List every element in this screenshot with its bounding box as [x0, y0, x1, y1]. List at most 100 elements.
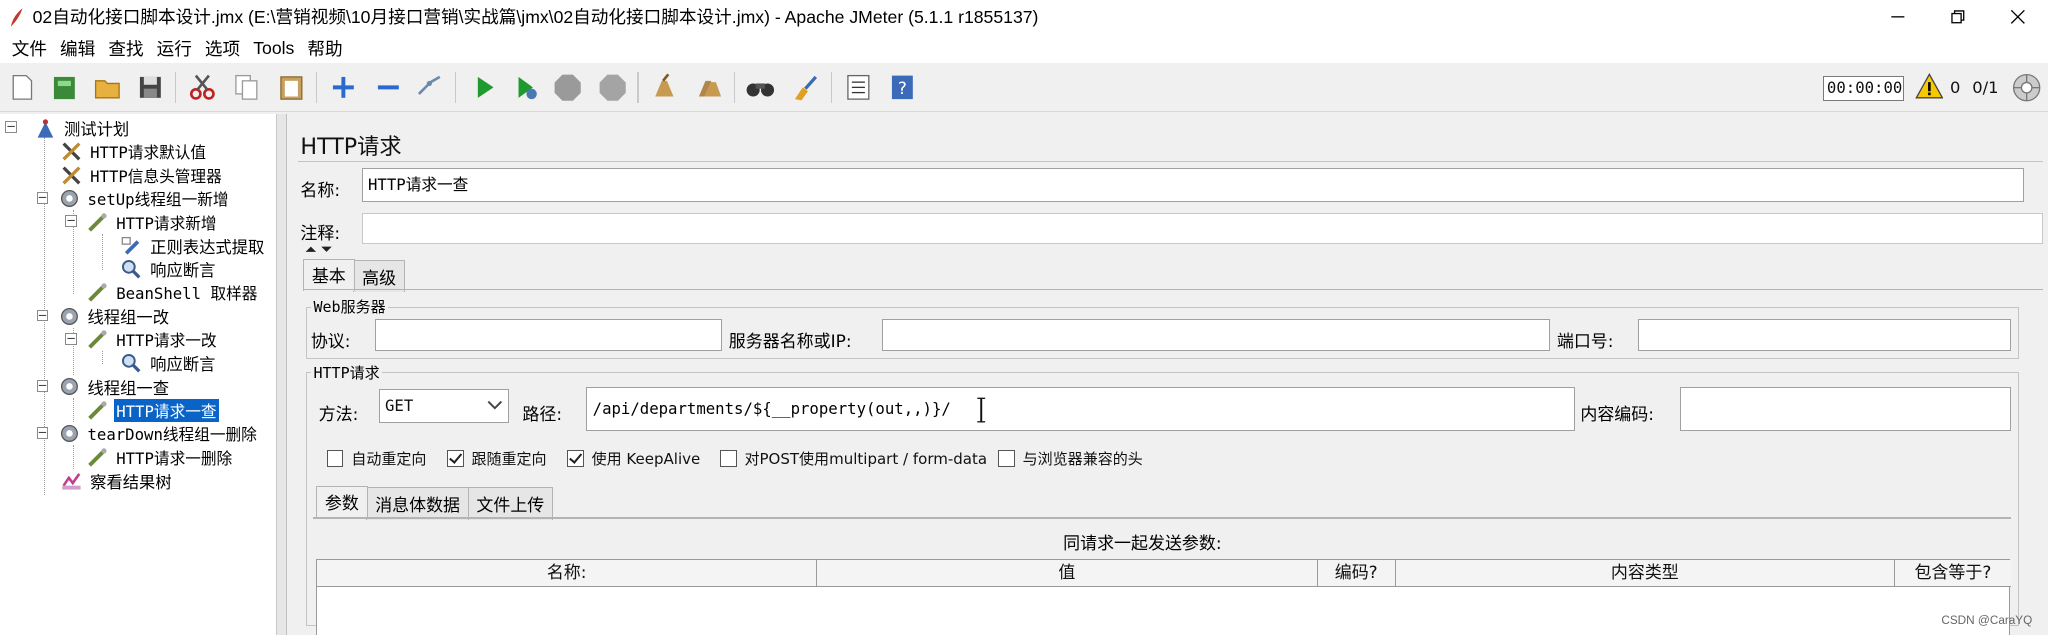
tree-node-setup-thread-group[interactable]: − setUp线程组一新增	[36, 187, 232, 211]
cut-icon	[190, 74, 215, 100]
start-button[interactable]	[468, 71, 502, 105]
tree-node-regex-extractor[interactable]: 正则表达式提取	[120, 234, 267, 258]
encoding-field[interactable]	[1679, 386, 2012, 431]
tree-node-thread-group-update[interactable]: − 线程组一改	[36, 304, 172, 328]
toolbar: ? 00:00:00 0 0/1	[0, 62, 2048, 113]
splitter-arrows-icon[interactable]	[303, 244, 334, 254]
server-label: 服务器名称或IP:	[728, 331, 852, 352]
path-field[interactable]: /api/departments/${__property(out,,)}/	[586, 386, 1576, 431]
tree-node-teardown-thread-group[interactable]: − tearDown线程组一删除	[36, 422, 260, 446]
watermark: CSDN @CaraYQ	[1941, 613, 2033, 627]
tree-node-beanshell-sampler[interactable]: BeanShell 取样器	[86, 281, 260, 305]
start-no-pauses-button[interactable]	[509, 71, 543, 105]
server-field[interactable]	[881, 318, 1551, 352]
sampler-icon	[86, 398, 110, 422]
tree-node-response-assertion[interactable]: 响应断言	[120, 257, 218, 281]
save-icon	[139, 77, 161, 98]
menu-help[interactable]: 帮助	[301, 36, 349, 61]
web-server-legend: Web服务器	[310, 296, 389, 318]
menu-options[interactable]: 选项	[198, 36, 246, 61]
menu-edit[interactable]: 编辑	[54, 36, 102, 61]
column-name[interactable]: 名称:	[317, 560, 818, 588]
assertion-icon	[120, 257, 144, 281]
templates-button[interactable]	[47, 71, 81, 105]
tree-node-http-delete[interactable]: HTTP请求一删除	[86, 445, 235, 469]
window-title: 02自动化接口脚本设计.jmx (E:\营销视频\10月接口营销\实战篇\jmx…	[32, 7, 1039, 28]
sampler-icon	[86, 328, 110, 352]
open-icon	[94, 80, 120, 99]
browser-headers-checkbox[interactable]: 与浏览器兼容的头	[997, 448, 1143, 469]
search-button[interactable]	[744, 71, 778, 105]
clear-button[interactable]	[648, 71, 682, 105]
stop-button[interactable]	[551, 71, 585, 105]
tree-node-http-update[interactable]: − HTTP请求一改	[65, 328, 219, 352]
listener-icon	[60, 469, 84, 493]
tab-advanced[interactable]: 高级	[353, 259, 405, 293]
http-request-legend: HTTP请求	[310, 361, 383, 383]
cut-button[interactable]	[185, 71, 219, 105]
tree-node-view-results-tree[interactable]: 察看结果树	[60, 469, 174, 493]
column-value[interactable]: 值	[817, 560, 1318, 588]
tab-file-upload[interactable]: 文件上传	[467, 487, 554, 520]
column-include-equals[interactable]: 包含等于?	[1894, 560, 2012, 588]
open-button[interactable]	[91, 71, 125, 105]
multipart-checkbox[interactable]: 对POST使用multipart / form-data	[719, 448, 987, 469]
active-threads: 0/1	[1972, 78, 1999, 98]
auto-redirect-checkbox[interactable]: 自动重定向	[326, 448, 426, 469]
reset-search-button[interactable]	[789, 71, 823, 105]
port-field[interactable]	[1637, 318, 2012, 352]
parameters-table[interactable]: 名称: 值 编码? 内容类型 包含等于?	[316, 559, 2012, 635]
menu-run[interactable]: 运行	[150, 36, 198, 61]
new-button[interactable]	[5, 71, 39, 105]
function-helper-button[interactable]	[841, 71, 875, 105]
shutdown-button[interactable]	[596, 71, 630, 105]
column-content-type[interactable]: 内容类型	[1395, 560, 1895, 588]
main-tabs: 基本 高级	[303, 258, 405, 293]
encoding-label: 内容编码:	[1580, 404, 1654, 425]
tree-node-http-query[interactable]: HTTP请求一查	[86, 397, 221, 423]
test-plan-tree[interactable]: − 测试计划 HTTP请求默认值 HTTP信息头管理器 − setUp线程组一新…	[0, 113, 277, 635]
paste-button[interactable]	[274, 71, 308, 105]
copy-button[interactable]	[230, 71, 264, 105]
tree-node-header-manager[interactable]: HTTP信息头管理器	[60, 163, 224, 187]
params-caption: 同请求一起发送参数:	[1063, 533, 1222, 554]
tree-node-thread-group-query[interactable]: − 线程组一查	[36, 375, 172, 399]
toggle-button[interactable]	[413, 71, 447, 105]
thread-group-icon	[57, 187, 81, 211]
save-button[interactable]	[133, 71, 167, 105]
method-select[interactable]: GET	[378, 389, 510, 424]
menu-file[interactable]: 文件	[5, 36, 53, 61]
tab-body-data[interactable]: 消息体数据	[366, 487, 469, 520]
close-button[interactable]	[1988, 0, 2048, 34]
help-button[interactable]: ?	[886, 71, 920, 105]
column-encode[interactable]: 编码?	[1317, 560, 1396, 588]
tree-node-test-plan[interactable]: − 测试计划	[5, 116, 132, 140]
follow-redirect-checkbox[interactable]: 跟随重定向	[446, 448, 547, 469]
thread-group-icon	[57, 375, 81, 399]
menu-tools[interactable]: Tools	[247, 38, 301, 59]
tree-node-response-assertion-2[interactable]: 响应断言	[120, 351, 218, 375]
tree-splitter[interactable]	[276, 113, 288, 635]
warning-icon[interactable]	[1914, 73, 1944, 99]
tab-parameters[interactable]: 参数	[316, 485, 368, 519]
clear-all-button[interactable]	[692, 71, 726, 105]
keepalive-checkbox[interactable]: 使用 KeepAlive	[566, 448, 700, 469]
tree-node-http-add[interactable]: − HTTP请求新增	[65, 210, 219, 234]
tab-basic[interactable]: 基本	[303, 258, 355, 292]
assertion-icon	[120, 351, 144, 375]
name-field[interactable]: HTTP请求一查	[361, 168, 2025, 203]
collapse-all-button[interactable]	[371, 71, 405, 105]
protocol-field[interactable]	[374, 318, 723, 352]
minimize-icon	[1891, 16, 1905, 18]
tree-node-http-defaults[interactable]: HTTP请求默认值	[60, 140, 209, 164]
checkbox-box	[446, 450, 464, 467]
comment-field[interactable]	[361, 212, 2043, 245]
elapsed-timer: 00:00:00	[1823, 75, 1905, 101]
text-cursor-icon	[976, 397, 985, 423]
expand-all-button[interactable]	[327, 71, 361, 105]
paste-icon	[280, 76, 303, 100]
minimize-button[interactable]	[1868, 0, 1928, 34]
restore-button[interactable]	[1928, 0, 1988, 34]
close-icon	[2010, 9, 2025, 24]
menu-search[interactable]: 查找	[102, 36, 150, 61]
